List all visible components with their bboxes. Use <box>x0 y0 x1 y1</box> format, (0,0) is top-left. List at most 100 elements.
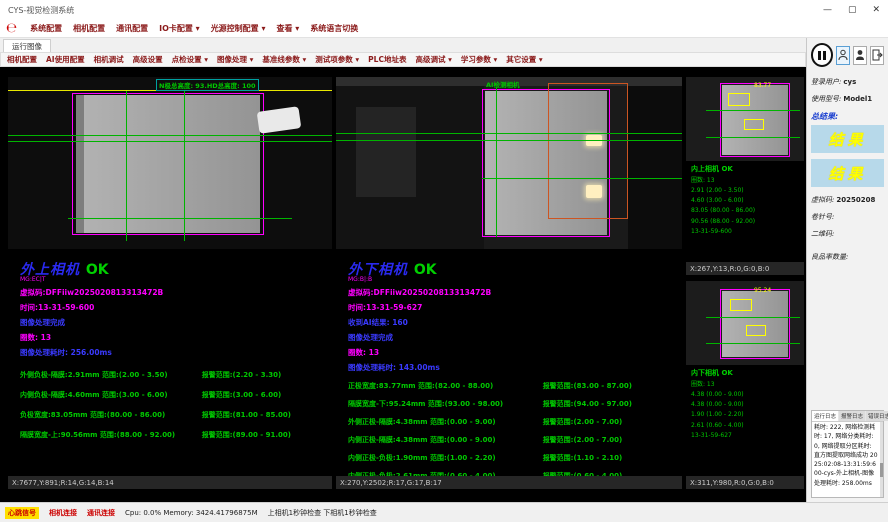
comm-link-status: 通讯连接 <box>87 508 115 518</box>
process-time-line: 图像处理耗时: 256.00ms <box>20 347 328 358</box>
side-camera-image-2: 95.24 <box>686 281 804 365</box>
camera-view-lower[interactable]: AI检测相机 外下相机 OK MG:B|:B 虚拟 <box>336 77 682 489</box>
control-buttons <box>811 43 884 67</box>
overlay-ai-text: AI检测相机 <box>486 79 519 89</box>
menu-view[interactable]: 查看 ▾ <box>277 23 300 34</box>
tool-plc-address[interactable]: PLC地址表 <box>368 54 406 65</box>
logout-button[interactable] <box>870 46 884 65</box>
anno-box <box>746 325 766 336</box>
pause-icon <box>823 51 826 60</box>
machine-bg <box>356 107 416 197</box>
log-box: 运行日志 报警日志 错误日志 耗时: 222, 网络检测耗时: 17, 网络分类… <box>811 410 884 498</box>
coord-bar-lower: X:270,Y:2502;R:17,G:17,B:17 <box>336 476 682 489</box>
app-title: CYS-视觉检测系统 <box>8 5 74 16</box>
tool-spot-check[interactable]: 点检设置 ▾ <box>172 54 208 65</box>
close-button[interactable]: ✕ <box>872 5 880 15</box>
measure-line <box>482 178 682 179</box>
operator-icon <box>855 49 865 61</box>
side-result-text-2: 内下相机 OK 圈数: 13 4.38 (0.00 - 9.00) 4.38 (… <box>686 365 804 476</box>
log-tab-error[interactable]: 错误日志 <box>866 411 888 421</box>
user-mode-button[interactable] <box>836 46 850 65</box>
time-line: 时间:13-31-59-627 <box>348 302 678 313</box>
tool-advanced-settings[interactable]: 高级设置 <box>133 54 163 65</box>
measure-line <box>706 317 800 318</box>
product-region <box>76 95 260 233</box>
heartbeat-badge: 心跳信号 <box>5 507 39 519</box>
user-icon <box>838 49 848 61</box>
anno-box <box>728 93 750 106</box>
menu-light-control[interactable]: 光源控制配置 ▾ <box>211 23 266 34</box>
tool-camera-debug[interactable]: 相机调试 <box>94 54 124 65</box>
side-camera-view-1[interactable]: 83.77 内上相机 OK 圈数: 13 2.91 (2.00 - 3.50) … <box>686 77 804 275</box>
pause-icon <box>818 51 821 60</box>
side-camera-image-1: 83.77 <box>686 77 804 161</box>
maximize-button[interactable]: ▢ <box>848 5 857 15</box>
anno-value: 95.24 <box>754 287 771 294</box>
toolbar: 相机配置 AI使用配置 相机调试 高级设置 点检设置 ▾ 图像处理 ▾ 基准线参… <box>0 52 806 67</box>
log-scroll-thumb[interactable] <box>880 463 883 477</box>
tool-other-settings[interactable]: 其它设置 ▾ <box>506 54 542 65</box>
menu-camera-config[interactable]: 相机配置 <box>73 23 105 34</box>
anno-box <box>744 119 764 130</box>
time-line: 时间:13-31-59-600 <box>20 302 328 313</box>
tool-camera-config[interactable]: 相机配置 <box>7 54 37 65</box>
status-taskbar: 心跳信号 相机连接 通讯连接 Cpu: 0.0% Memory: 3424.41… <box>0 502 888 522</box>
log-tab-run[interactable]: 运行日志 <box>812 411 838 421</box>
measure-line <box>8 135 332 136</box>
measurement-row: 负极宽度:83.05mm 范围:(80.00 - 86.00)报警范围:(81.… <box>20 410 328 420</box>
menu-comm-config[interactable]: 通讯配置 <box>116 23 148 34</box>
camera-link-status: 相机连接 <box>49 508 77 518</box>
tool-test-params[interactable]: 测试项参数 ▾ <box>315 54 359 65</box>
log-scrollbar[interactable] <box>880 422 883 497</box>
result-box-2: 结果 <box>811 159 884 187</box>
menu-language-switch[interactable]: 系统语言切换 <box>310 23 358 34</box>
menu-system-config[interactable]: 系统配置 <box>30 23 62 34</box>
product-edge <box>76 95 84 233</box>
log-tabs: 运行日志 报警日志 错误日志 <box>812 411 883 422</box>
measure-line <box>126 91 127 241</box>
menu-io-config[interactable]: IO卡配置 ▾ <box>159 23 200 34</box>
log-text[interactable]: 耗时: 222, 网络检测耗时: 17, 网络分类耗时: 0, 网络提取分区耗时… <box>812 422 883 497</box>
ok-result: OK <box>86 262 109 278</box>
result-box-1: 结果 <box>811 125 884 153</box>
pause-button[interactable] <box>811 43 833 67</box>
tool-learn-params[interactable]: 学习参数 ▾ <box>461 54 497 65</box>
measurement-row: 外侧正极-隔膜:4.38mm 范围:(0.00 - 9.00)报警范围:(2.0… <box>348 417 678 427</box>
anno-box <box>730 299 752 311</box>
process-time-line: 图像处理耗时: 143.00ms <box>348 362 678 373</box>
process-done-line: 图像处理完成 <box>20 317 328 328</box>
side-camera-view-2[interactable]: 95.24 内下相机 OK 圈数: 13 4.38 (0.00 - 9.00) … <box>686 281 804 489</box>
turns-line: 圈数: 13 <box>20 332 328 343</box>
measurement-row: 内侧负极-隔膜:4.60mm 范围:(3.00 - 6.00)报警范围:(3.0… <box>20 390 328 400</box>
camera-view-upper[interactable]: N极总高度: 93.HD总高度: 100 外上相机 OK MG:EC|T <box>8 77 332 489</box>
virtual-code-row: 虚拟码:20250208 <box>811 195 884 205</box>
virtual-code-line: 虚拟码:DFFiiw2025020813313472B <box>20 287 328 298</box>
coord-bar-side-2: X:311,Y:980,R:0,G:0,B:0 <box>686 476 804 489</box>
measurement-row: 隔膜宽度-上:90.56mm 范围:(88.00 - 92.00)报警范围:(8… <box>20 430 328 440</box>
tool-baseline-params[interactable]: 基准线参数 ▾ <box>262 54 306 65</box>
measure-line <box>336 140 682 141</box>
main-area: 运行图像 相机配置 AI使用配置 相机调试 高级设置 点检设置 ▾ 图像处理 ▾… <box>0 38 806 502</box>
tool-advanced-debug[interactable]: 高级调试 ▾ <box>415 54 451 65</box>
tab-row: 运行图像 <box>0 38 806 52</box>
camera-image-lower: AI检测相机 <box>336 77 682 249</box>
camera-check-status: 上相机1秒钟检查 下相机1秒钟检查 <box>268 508 377 518</box>
menu-bar: ℮ 系统配置 相机配置 通讯配置 IO卡配置 ▾ 光源控制配置 ▾ 查看 ▾ 系… <box>0 20 888 38</box>
tool-ai-config[interactable]: AI使用配置 <box>46 54 85 65</box>
measure-line <box>68 218 292 219</box>
coord-bar-upper: X:7677,Y:891;R:14,G:14,B:14 <box>8 476 332 489</box>
ai-roi-box <box>548 83 628 219</box>
operator-button[interactable] <box>853 46 867 65</box>
tool-image-process[interactable]: 图像处理 ▾ <box>217 54 253 65</box>
measurement-row: 正极宽度:83.77mm 范围:(82.00 - 88.00)报警范围:(83.… <box>348 381 678 391</box>
log-tab-alarm[interactable]: 报警日志 <box>839 411 865 421</box>
measure-line <box>496 87 497 237</box>
app-window: CYS-视觉检测系统 — ▢ ✕ ℮ 系统配置 相机配置 通讯配置 IO卡配置 … <box>0 0 888 522</box>
image-canvas: N极总高度: 93.HD总高度: 100 外上相机 OK MG:EC|T <box>0 67 806 502</box>
camera-image-upper: N极总高度: 93.HD总高度: 100 <box>8 77 332 249</box>
tab-run-image[interactable]: 运行图像 <box>3 39 51 52</box>
login-user-row: 登录用户:cys <box>811 77 884 87</box>
virtual-code-line: 虚拟码:DFFiiw2025020813313472B <box>348 287 678 298</box>
result-text-upper: 外上相机 OK MG:EC|T 虚拟码:DFFiiw20250208133134… <box>8 249 332 476</box>
minimize-button[interactable]: — <box>823 5 832 15</box>
